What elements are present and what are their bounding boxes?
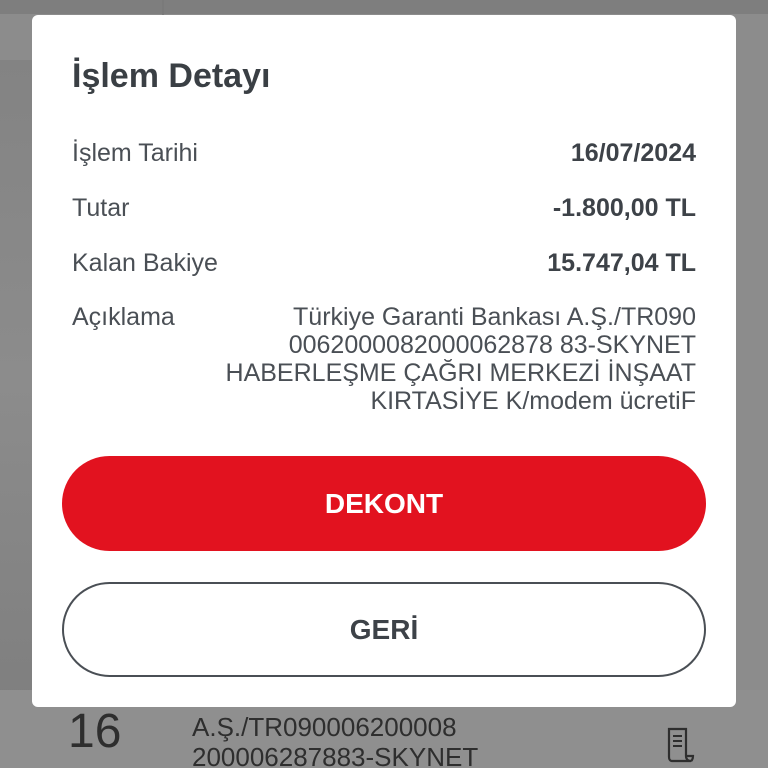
background-row-description: A.Ş./TR090006200008 200006287883-SKYNET [192,712,479,768]
background-row-day: 16 [68,705,122,758]
background-header [0,0,768,14]
balance-row: Kalan Bakiye 15.747,04 TL [72,249,696,278]
transaction-detail-dialog: İşlem Detayı İşlem Tarihi 16/07/2024 Tut… [32,15,736,707]
dialog-title: İşlem Detayı [72,57,271,95]
date-label: İşlem Tarihi [72,139,198,167]
balance-label: Kalan Bakiye [72,249,218,277]
receipt-icon [667,727,695,763]
description-value: Türkiye Garanti Bankası A.Ş./TR090 00620… [225,303,696,415]
amount-value: -1.800,00 TL [552,194,696,222]
balance-value: 15.747,04 TL [547,249,696,277]
amount-label: Tutar [72,194,130,222]
back-button[interactable]: GERİ [62,582,706,677]
description-row: Açıklama Türkiye Garanti Bankası A.Ş./TR… [72,303,696,415]
date-value: 16/07/2024 [570,139,696,167]
background-panel [0,60,34,700]
receipt-button[interactable]: DEKONT [62,456,706,551]
date-row: İşlem Tarihi 16/07/2024 [72,139,696,168]
amount-row: Tutar -1.800,00 TL [72,194,696,223]
description-label: Açıklama [72,303,175,331]
